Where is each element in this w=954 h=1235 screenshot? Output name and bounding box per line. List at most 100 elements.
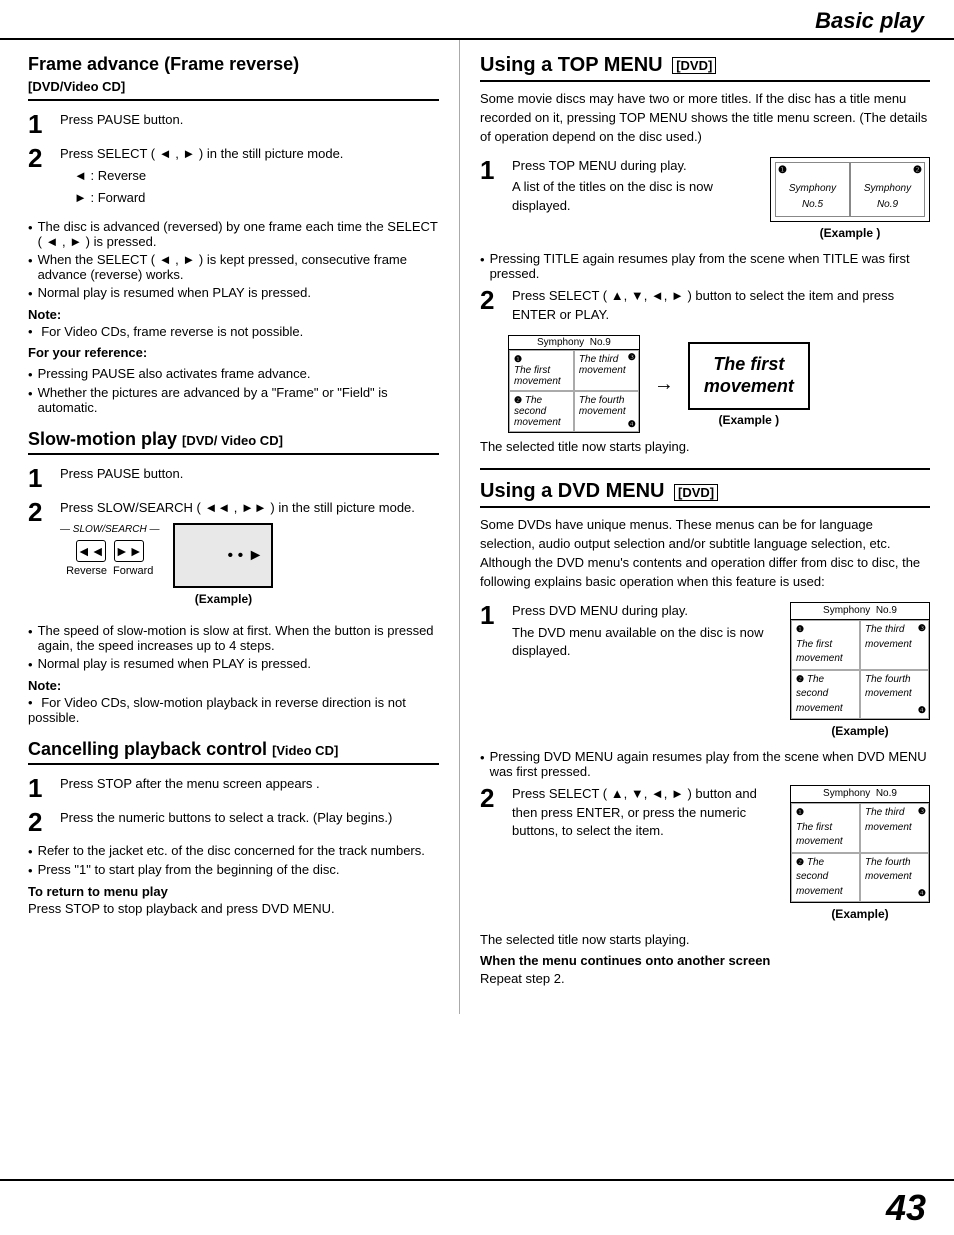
bullet-item: • Refer to the jacket etc. of the disc c… (28, 843, 439, 859)
bullet-item: • Normal play is resumed when PLAY is pr… (28, 656, 439, 672)
step-number-1: 1 (480, 157, 508, 183)
dvd-selected-text: The selected title now starts playing. (480, 932, 930, 947)
cancelling-step1: 1 Press STOP after the menu screen appea… (28, 775, 439, 801)
sym-grid-row-bot: ❷ The secondmovement ❹ The fourthmovemen… (509, 391, 639, 432)
sym-grid-header: Symphony No.9 (509, 336, 639, 350)
bullet-dot: • (28, 220, 33, 235)
right-column: Using a TOP MENU [DVD] Some movie discs … (460, 40, 954, 1014)
page-number: 43 (886, 1187, 926, 1229)
dvd-when-continues-label: When the menu continues onto another scr… (480, 953, 930, 968)
bullet-dot: • (28, 863, 33, 878)
sym-grid: Symphony No.9 ❶ The firstmovement ❸ The … (508, 335, 640, 433)
bullet-dot: • (28, 844, 33, 859)
dvd-grid2-row-top: ❶ The firstmovement ❸ The thirdmovement (791, 803, 929, 853)
dvd-grid2-row-bot: ❷ The secondmovement ❹ The fourthmovemen… (791, 853, 929, 903)
bullet-item: • Pressing DVD MENU again resumes play f… (480, 749, 930, 779)
top-menu-title: Using a TOP MENU [DVD] (480, 54, 930, 82)
slowmo-buttons: — SLOW/SEARCH — ◄◄ ►► Reverse Forward (60, 523, 159, 579)
dvd-grid-header: Symphony No.9 (791, 603, 929, 621)
step2-content: Press the numeric buttons to select a tr… (60, 809, 439, 828)
first-movement-area: The firstmovement (Example ) (688, 342, 810, 426)
bullet-dot: • (28, 253, 33, 268)
step1-content: Press PAUSE button. (60, 465, 439, 484)
ref-label: For your reference: (28, 345, 439, 360)
example-label: (Example) (831, 906, 888, 923)
bullet-item: • The speed of slow-motion is slow at fi… (28, 623, 439, 653)
bullet-item: • When the SELECT ( ◄ , ► ) is kept pres… (28, 252, 439, 282)
sym-cell-tl: ❶ The firstmovement (509, 350, 574, 391)
bullet-dot: • (28, 367, 33, 382)
dvd-step2: 2 Press SELECT ( ▲, ▼, ◄, ► ) button and… (480, 785, 930, 924)
dvd2-cell-bl: ❷ The secondmovement (791, 853, 860, 903)
dvd-bullets: • Pressing DVD MENU again resumes play f… (480, 749, 930, 779)
step1-content: Press PAUSE button. (60, 111, 439, 130)
example-label: (Example ) (718, 413, 779, 427)
sym-cell-br: ❹ The fourthmovement (574, 391, 639, 432)
bullet-dot: • (28, 286, 33, 301)
dvd2-cell-tr: ❸ The thirdmovement (860, 803, 929, 853)
slowmo-screen: • • ► (173, 523, 273, 588)
dvd-cell-tr: ❸ The thirdmovement (860, 620, 929, 670)
bullet-item: • Whether the pictures are advanced by a… (28, 385, 439, 415)
slowmotion-bullets: • The speed of slow-motion is slow at fi… (28, 623, 439, 672)
bullet-item: • Pressing PAUSE also activates frame ad… (28, 366, 439, 382)
top-menu-diagram1: ❶ SymphonyNo.5 ❷ SymphonyNo.9 (770, 157, 930, 243)
main-content: Frame advance (Frame reverse) [DVD/Video… (0, 40, 954, 1014)
step-number-2: 2 (480, 287, 508, 313)
top-menu-selected-text: The selected title now starts playing. (480, 439, 930, 454)
tm-diagram: ❶ SymphonyNo.5 ❷ SymphonyNo.9 (770, 157, 930, 223)
bullet-dot: • (480, 252, 485, 267)
forward-label: Forward (113, 564, 153, 580)
fastforward-button: ►► (114, 540, 144, 562)
step-number-2: 2 (28, 499, 56, 525)
frame-advance-bullets: • The disc is advanced (reversed) by one… (28, 219, 439, 301)
note-label: Note: (28, 307, 439, 322)
frame-advance-section: Frame advance (Frame reverse) [DVD/Video… (28, 54, 439, 415)
cancelling-section: Cancelling playback control [Video CD] 1… (28, 739, 439, 916)
bullet-item: • The disc is advanced (reversed) by one… (28, 219, 439, 249)
page-footer: 43 (0, 1179, 954, 1235)
step1-text: Press TOP MENU during play. A list of th… (512, 157, 762, 220)
dvd-menu-section: Using a DVD MENU [DVD] Some DVDs have un… (480, 480, 930, 985)
top-menu-section: Using a TOP MENU [DVD] Some movie discs … (480, 54, 930, 454)
dvd-diagram1: Symphony No.9 ❶ The firstmovement ❸ (790, 602, 930, 741)
slowmo-diagram: — SLOW/SEARCH — ◄◄ ►► Reverse Forward (60, 523, 439, 608)
return-text: Press STOP to stop playback and press DV… (28, 901, 439, 916)
dvd-grid-row-top: ❶ The firstmovement ❸ The thirdmovement (791, 620, 929, 670)
step1-content: Press DVD MENU during play. The DVD menu… (512, 602, 930, 741)
top-menu-intro: Some movie discs may have two or more ti… (480, 90, 930, 147)
top-menu-bullets: • Pressing TITLE again resumes play from… (480, 251, 930, 281)
left-column: Frame advance (Frame reverse) [DVD/Video… (0, 40, 460, 1014)
dvd-cell-tl: ❶ The firstmovement (791, 620, 860, 670)
step-number-1: 1 (28, 111, 56, 137)
tm-cell-right: ❷ SymphonyNo.9 (850, 162, 925, 218)
arrow-right-icon: → (648, 373, 680, 396)
dvd-cell-bl: ❷ The secondmovement (791, 670, 860, 720)
slowmotion-section: Slow-motion play [DVD/ Video CD] 1 Press… (28, 429, 439, 725)
step2-content: Press SLOW/SEARCH ( ◄◄ , ►► ) in the sti… (60, 499, 439, 615)
bullet-dot: • (28, 657, 33, 672)
btn-row: ◄◄ ►► (76, 540, 144, 562)
step-number-2: 2 (28, 145, 56, 171)
page: Basic play Frame advance (Frame reverse)… (0, 0, 954, 1235)
tm-header-row: ❶ SymphonyNo.5 ❷ SymphonyNo.9 (775, 162, 925, 218)
section-divider (480, 468, 930, 470)
slowmotion-title: Slow-motion play [DVD/ Video CD] (28, 429, 439, 455)
tm-cell-left: ❶ SymphonyNo.5 (775, 162, 850, 218)
step2-text: Press SELECT ( ▲, ▼, ◄, ► ) button and t… (512, 785, 782, 845)
dvd-diagram2: Symphony No.9 ❶ The firstmovement ❸ (790, 785, 930, 924)
frame-advance-step2: 2 Press SELECT ( ◄ , ► ) in the still pi… (28, 145, 439, 211)
step-number-1: 1 (480, 602, 508, 628)
sym-cell-tr: ❸ The thirdmovement (574, 350, 639, 391)
step2-row: Press SELECT ( ▲, ▼, ◄, ► ) button and t… (512, 785, 930, 924)
step1-row: Press TOP MENU during play. A list of th… (512, 157, 930, 243)
dvd-grid: Symphony No.9 ❶ The firstmovement ❸ (790, 602, 930, 721)
slowmotion-step1: 1 Press PAUSE button. (28, 465, 439, 491)
btn-labels: Reverse Forward (66, 564, 153, 580)
tm-num-2: ❷ (913, 164, 922, 179)
rewind-button: ◄◄ (76, 540, 106, 562)
slowmotion-step2: 2 Press SLOW/SEARCH ( ◄◄ , ►► ) in the s… (28, 499, 439, 615)
top-menu-step1: 1 Press TOP MENU during play. A list of … (480, 157, 930, 243)
sym-grid-area: Symphony No.9 ❶ The firstmovement ❸ The … (508, 335, 640, 433)
tm-num-1: ❶ (778, 164, 787, 179)
